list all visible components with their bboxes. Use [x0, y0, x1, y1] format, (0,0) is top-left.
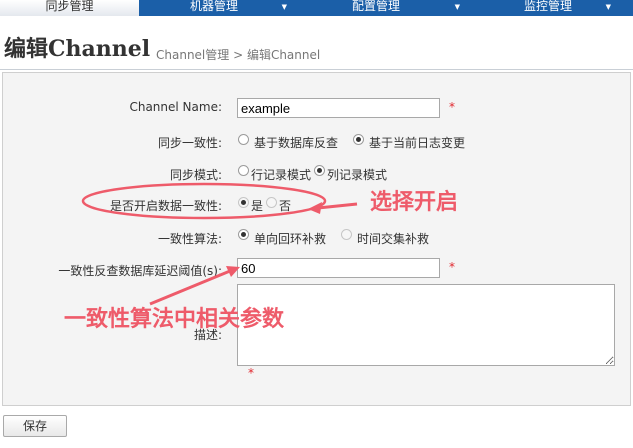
- chevron-down-icon: ▼: [454, 3, 460, 11]
- tab-label: 机器管理: [189, 0, 238, 13]
- annotation-params-note: 一致性算法中相关参数: [64, 307, 285, 332]
- sync-mode-option-label: 列记录模式: [327, 168, 388, 182]
- consistency-option-label: 基于当前日志变更: [369, 136, 466, 150]
- annotation-enable-note: 选择开启: [370, 190, 459, 215]
- enable-consistency-option-label: 否: [279, 199, 292, 213]
- tab-label: 监控管理: [523, 0, 572, 13]
- tab-sync-management[interactable]: 同步管理: [0, 0, 139, 16]
- algorithm-radio-one-way[interactable]: [238, 229, 249, 240]
- save-button[interactable]: 保存: [3, 415, 67, 437]
- required-marker: *: [449, 100, 455, 114]
- algorithm-label: 一致性算法:: [157, 232, 222, 246]
- chevron-down-icon: ▼: [605, 3, 611, 11]
- algorithm-radio-time-intersection[interactable]: [341, 229, 352, 240]
- delay-threshold-input[interactable]: [237, 258, 440, 278]
- consistency-radio-current-log[interactable]: [353, 134, 364, 145]
- tab-config-management[interactable]: 配置管理 ▼: [289, 0, 463, 16]
- required-marker: *: [248, 366, 254, 380]
- chevron-down-icon: ▼: [281, 3, 287, 11]
- consistency-label: 同步一致性:: [157, 136, 222, 150]
- tab-machine-management[interactable]: 机器管理 ▼: [139, 0, 289, 16]
- consistency-radio-db-lookup[interactable]: [238, 134, 249, 145]
- sync-mode-radio-row[interactable]: [238, 165, 249, 176]
- tab-monitor-management[interactable]: 监控管理 ▼: [463, 0, 633, 16]
- algorithm-option-label: 单向回环补救: [254, 232, 327, 246]
- sync-mode-radio-column[interactable]: [314, 165, 325, 176]
- enable-consistency-label: 是否开启数据一致性:: [109, 199, 222, 213]
- page-title: 编辑Channel: [4, 36, 151, 62]
- delay-threshold-label: 一致性反查数据库延迟阈值(s):: [58, 264, 222, 278]
- algorithm-option-label: 时间交集补救: [357, 232, 430, 246]
- tab-label: 同步管理: [45, 0, 94, 13]
- enable-consistency-radio-yes[interactable]: [238, 197, 249, 208]
- enable-consistency-radio-no[interactable]: [266, 197, 277, 208]
- enable-consistency-option-label: 是: [251, 199, 264, 213]
- tab-label: 配置管理: [351, 0, 400, 13]
- top-nav: 同步管理 机器管理 ▼ 配置管理 ▼ 监控管理 ▼: [0, 0, 633, 16]
- sync-mode-option-label: 行记录模式: [251, 168, 312, 182]
- sync-mode-label: 同步模式:: [169, 168, 222, 182]
- breadcrumb[interactable]: Channel管理 > 编辑Channel: [156, 46, 320, 63]
- consistency-option-label: 基于数据库反查: [254, 136, 339, 150]
- title-divider: [0, 69, 633, 70]
- required-marker: *: [449, 260, 455, 274]
- channel-name-input[interactable]: [237, 98, 440, 118]
- description-textarea[interactable]: [237, 284, 615, 366]
- channel-name-label: Channel Name:: [129, 100, 222, 114]
